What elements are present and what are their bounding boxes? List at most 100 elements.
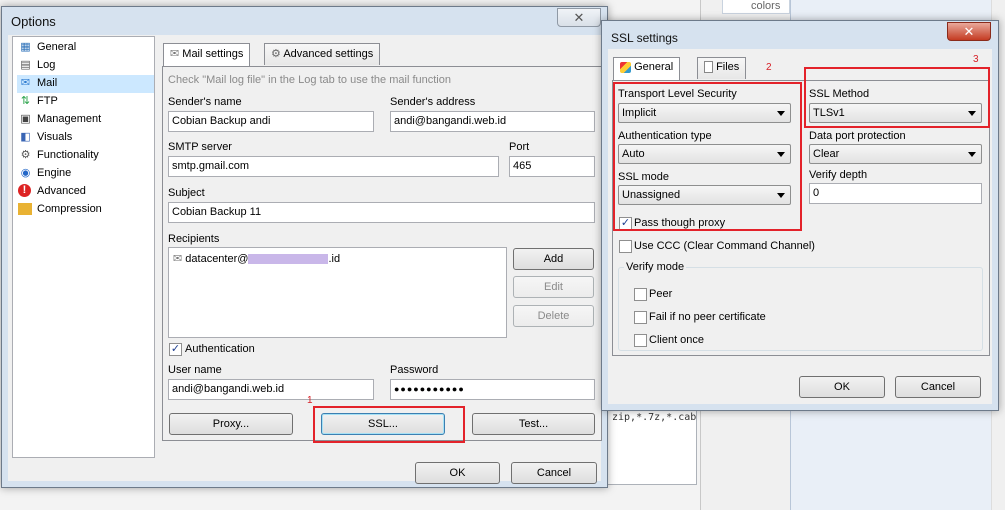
tab-general[interactable]: General [613,57,681,81]
cancel-button[interactable]: Cancel [511,462,597,484]
sidebar-item-ftp[interactable]: ⇅ FTP [17,93,58,111]
close-icon: ✕ [573,10,585,25]
tab-label: General [634,61,674,73]
ssl-settings-window: SSL settings ✕ General Files 2 Transport… [601,20,999,411]
client-once-label: Client once [649,334,705,346]
compression-icon [18,203,32,215]
sidebar-item-label: Compression [37,203,102,215]
sidebar-item-label: Functionality [37,149,99,161]
smtp-server-input[interactable]: smtp.gmail.com [168,156,499,177]
advanced-icon: ! [18,184,31,197]
general-icon: ▦ [20,41,31,53]
ssl-method-label: SSL Method [809,88,870,100]
pass-proxy-checkbox[interactable]: ✓ [619,217,632,230]
tab-files[interactable]: Files [697,57,747,79]
add-button[interactable]: Add [513,248,594,270]
test-button[interactable]: Test... [472,413,595,435]
ssl-method-select[interactable]: TLSv1 [809,103,982,123]
client-once-checkbox[interactable] [634,334,647,347]
tls-label: Transport Level Security [618,88,737,100]
sender-name-label: Sender's name [168,96,242,108]
sidebar-item-engine[interactable]: ◉ Engine [17,165,72,183]
ftp-icon: ⇅ [20,95,31,107]
sidebar-item-label: Engine [37,167,72,179]
list-item[interactable]: ✉ datacenter@ .id [173,252,340,265]
sender-address-label: Sender's address [390,96,476,108]
data-port-label: Data port protection [809,130,906,142]
management-icon: ▣ [20,113,31,125]
engine-icon: ◉ [20,167,31,179]
functionality-icon: ⚙ [20,149,31,161]
tab-advanced-settings[interactable]: ⚙ Advanced settings [264,43,381,65]
ssl-close-button[interactable]: ✕ [947,22,991,41]
port-input[interactable]: 465 [509,156,595,177]
redacted-block [248,254,329,265]
log-icon: ▤ [20,59,31,71]
annotation-number-3: 3 [973,54,979,65]
password-input[interactable]: ●●●●●●●●●●● [390,379,595,400]
chevron-down-icon [777,111,785,116]
close-icon: ✕ [963,24,975,39]
sidebar-item-advanced[interactable]: ! Advanced [17,183,86,201]
verify-depth-label: Verify depth [809,169,868,181]
peer-checkbox[interactable] [634,288,647,301]
sidebar-item-visuals[interactable]: ◧ Visuals [17,129,72,147]
ssl-mode-select[interactable]: Unassigned [618,185,791,205]
background-textarea[interactable]: zip,*.7z,*.cab [607,405,697,485]
sidebar-item-compression[interactable]: Compression [17,201,102,219]
use-ccc-label: Use CCC (Clear Command Channel) [634,240,815,252]
use-ccc-checkbox[interactable] [619,240,632,253]
mail-log-hint: Check "Mail log file" in the Log tab to … [168,74,451,86]
pass-proxy-label: Pass though proxy [634,217,726,229]
auth-type-label: Authentication type [618,130,712,142]
verify-depth-input[interactable]: 0 [809,183,982,204]
tab-mail-settings[interactable]: ✉ Mail settings [163,43,251,67]
username-input[interactable]: andi@bangandi.web.id [168,379,374,400]
data-port-select[interactable]: Clear [809,144,982,164]
ssl-title: SSL settings [611,31,678,45]
proxy-button[interactable]: Proxy... [169,413,293,435]
edit-button[interactable]: Edit [513,276,594,298]
mail-icon: ✉ [170,48,180,60]
ssl-button[interactable]: SSL... [321,413,445,435]
background-colors-label: colors [722,0,790,14]
file-icon [704,61,713,74]
sidebar-item-label: Advanced [37,185,86,197]
authentication-checkbox[interactable]: ✓ [169,343,182,356]
tls-select[interactable]: Implicit [618,103,791,123]
ssl-ok-button[interactable]: OK [799,376,885,398]
ssl-cancel-button[interactable]: Cancel [895,376,981,398]
password-label: Password [390,364,439,376]
sidebar-item-functionality[interactable]: ⚙ Functionality [17,147,99,165]
fail-no-peer-checkbox[interactable] [634,311,647,324]
sidebar-item-label: General [37,41,77,53]
auth-type-select[interactable]: Auto [618,144,791,164]
peer-label: Peer [649,288,673,300]
sidebar-item-general[interactable]: ▦ General [17,39,76,57]
options-close-button[interactable]: ✕ [557,8,601,27]
ssl-mode-label: SSL mode [618,171,669,183]
sidebar-item-log[interactable]: ▤ Log [17,57,55,75]
fail-no-peer-label: Fail if no peer certificate [649,311,766,323]
recipients-list[interactable]: ✉ datacenter@ .id [168,247,507,338]
tab-label: Advanced settings [283,48,374,60]
sidebar-item-label: Management [37,113,102,125]
recipients-label: Recipients [168,233,220,245]
sidebar-item-label: Log [37,59,56,71]
subject-input[interactable]: Cobian Backup 11 [168,202,595,223]
sender-name-input[interactable]: Cobian Backup andi [168,111,374,132]
ok-button[interactable]: OK [415,462,500,484]
options-sidebar[interactable]: ▦ General ▤ Log ✉ Mail ⇅ FTP ▣ Management ◧ Vi… [12,36,155,458]
tab-label: Mail settings [182,48,244,60]
sender-address-input[interactable]: andi@bangandi.web.id [390,111,595,132]
chevron-down-icon [777,193,785,198]
username-label: User name [168,364,222,376]
delete-button[interactable]: Delete [513,305,594,327]
sidebar-item-label: Visuals [37,131,73,143]
options-window: Options ✕ ▦ General ▤ Log ✉ Mail ⇅ FTP ▣ Mana… [1,6,608,488]
tab-label: Files [716,61,740,73]
sidebar-item-management[interactable]: ▣ Management [17,111,101,129]
gear-icon: ⚙ [271,48,281,60]
mail-icon: ✉ [20,77,31,89]
sidebar-item-mail[interactable]: ✉ Mail [17,75,154,93]
